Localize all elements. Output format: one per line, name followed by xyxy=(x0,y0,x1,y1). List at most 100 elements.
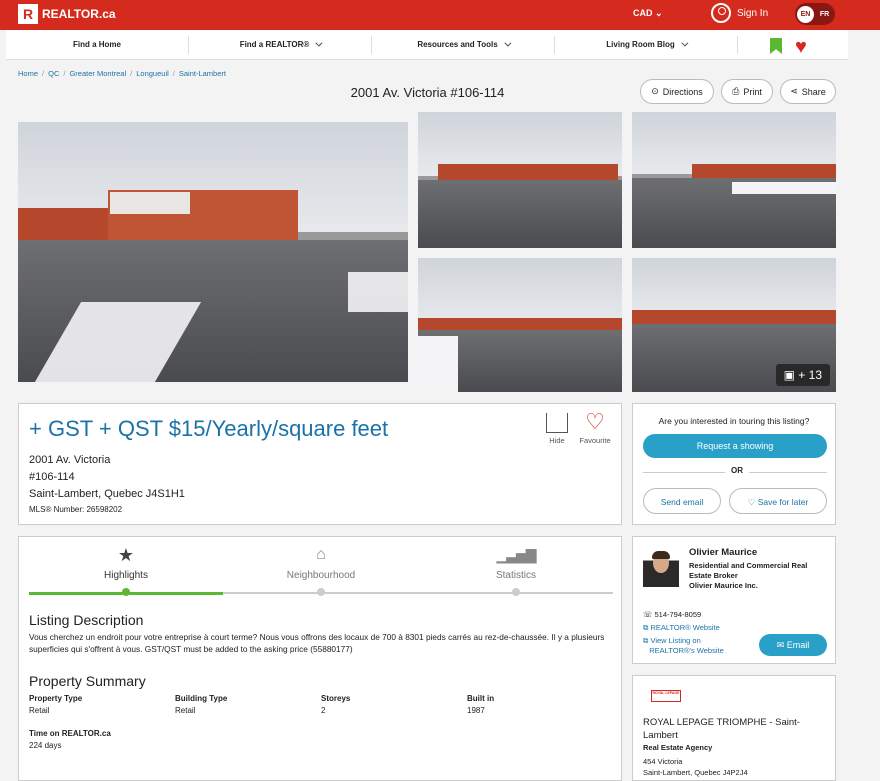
field-label: Property Type xyxy=(29,694,83,703)
description-heading: Listing Description xyxy=(29,612,144,628)
nav-find-realtor[interactable]: Find a REALTOR® xyxy=(189,35,372,54)
crumb-longueuil[interactable]: Longueuil xyxy=(136,69,169,78)
bar-chart-icon: ▁▃▅▇ xyxy=(496,547,536,563)
view-listing-label: View Listing on xyxy=(650,636,701,645)
gallery-icon: ▣ xyxy=(783,368,795,382)
sign-in-label: Sign In xyxy=(737,7,769,19)
agent-phone[interactable]: ☏ 514-794-8059 xyxy=(643,610,701,620)
field-label: Time on REALTOR.ca xyxy=(29,729,111,738)
favourite-label: Favourite xyxy=(579,436,611,445)
nav-label: Resources and Tools xyxy=(417,39,498,49)
hide-button[interactable]: Hide xyxy=(545,413,569,445)
language-toggle[interactable]: EN FR xyxy=(795,3,835,25)
tab-highlights[interactable]: ★ Highlights xyxy=(29,545,223,581)
lang-en[interactable]: EN xyxy=(797,5,814,23)
crumb-qc[interactable]: QC xyxy=(48,69,59,78)
photo-thumb-3[interactable] xyxy=(418,258,622,392)
address-line-2: #106-114 xyxy=(29,471,75,483)
main-photo[interactable] xyxy=(18,122,408,382)
tab-neighbourhood[interactable]: ⌂ Neighbourhood xyxy=(224,545,418,581)
crumb-saint-lambert[interactable]: Saint-Lambert xyxy=(179,69,226,78)
realtor-logo[interactable]: R REALTOR.ca xyxy=(18,4,116,24)
photo-snow xyxy=(418,336,458,392)
phone-number: 514-794-8059 xyxy=(654,610,702,619)
favourites-heart-icon[interactable]: ♥ xyxy=(795,37,807,57)
description-text: Vous cherchez un endroit pour votre entr… xyxy=(29,632,605,654)
listing-details-card: ★ Highlights ⌂ Neighbourhood ▁▃▅▇ Statis… xyxy=(18,536,622,781)
summary-heading: Property Summary xyxy=(29,673,146,689)
currency-selector[interactable]: CAD ⌄ xyxy=(633,8,663,19)
field-label: Built in xyxy=(467,694,495,703)
photo-snow xyxy=(348,272,408,312)
send-email-button[interactable]: Send email xyxy=(643,488,721,514)
agent-avatar[interactable] xyxy=(643,549,679,587)
nav-resources[interactable]: Resources and Tools xyxy=(372,35,555,54)
directions-label: Directions xyxy=(662,86,703,97)
photo-thumb-4[interactable]: ▣ + 13 xyxy=(632,258,836,392)
star-icon: ★ xyxy=(117,545,135,565)
or-label: OR xyxy=(725,466,749,475)
view-listing-link[interactable]: ⧉ View Listing on REALTOR®'s Website xyxy=(643,636,724,656)
city-icon: ⌂ xyxy=(316,546,326,563)
photo-snow xyxy=(732,182,836,194)
chevron-down-icon xyxy=(504,39,512,47)
tab-dot-neighbourhood xyxy=(317,588,325,596)
summary-field: Storeys 2 xyxy=(321,694,350,715)
nav-find-home[interactable]: Find a Home xyxy=(6,35,189,54)
photo-thumb-1[interactable] xyxy=(418,112,622,248)
photo-ground xyxy=(418,180,622,248)
tab-dot-statistics xyxy=(512,588,520,596)
favourite-button[interactable]: ♡ Favourite xyxy=(577,409,613,446)
nav-label: Living Room Blog xyxy=(606,39,675,49)
save-for-later-button[interactable]: ♡ Save for later xyxy=(729,488,827,514)
field-label: Building Type xyxy=(175,694,228,703)
brokerage-type: Real Estate Agency xyxy=(643,743,713,752)
brokerage-card: ROYAL LEPAGE ROYAL LEPAGE TRIOMPHE - Sai… xyxy=(632,675,836,781)
agent-card: Olivier Maurice Residential and Commerci… xyxy=(632,536,836,664)
heart-outline-icon: ♡ xyxy=(585,409,605,434)
save-label: Save for later xyxy=(757,497,809,507)
chevron-down-icon xyxy=(315,39,323,47)
request-showing-button[interactable]: Request a showing xyxy=(643,434,827,458)
agent-website-link[interactable]: ⧉ REALTOR® Website xyxy=(643,623,720,633)
agent-title: Residential and Commercial Real Estate B… xyxy=(689,561,829,591)
sign-in-button[interactable]: Sign In xyxy=(711,3,768,23)
print-button[interactable]: ⎙ Print xyxy=(721,79,773,104)
hide-icon xyxy=(546,413,568,433)
tab-label: Highlights xyxy=(104,570,148,581)
compass-icon: ⊙ xyxy=(651,86,659,96)
nav-blog[interactable]: Living Room Blog xyxy=(555,35,738,54)
photo-building xyxy=(438,164,618,180)
main-nav: Find a Home Find a REALTOR® Resources an… xyxy=(6,30,848,60)
brokerage-logo[interactable]: ROYAL LEPAGE xyxy=(651,690,681,702)
field-value: 224 days xyxy=(29,741,62,750)
mls-number: MLS® Number: 26598202 xyxy=(29,505,123,514)
user-icon xyxy=(711,3,731,23)
photo-thumb-2[interactable] xyxy=(632,112,836,248)
agent-email-button[interactable]: ✉ Email xyxy=(759,634,827,656)
brokerage-street: 454 Victoria xyxy=(643,757,683,766)
brokerage-name[interactable]: ROYAL LEPAGE TRIOMPHE - Saint-Lambert xyxy=(643,716,827,742)
agent-name[interactable]: Olivier Maurice xyxy=(689,547,757,558)
crumb-home[interactable]: Home xyxy=(18,69,38,78)
tab-label: Statistics xyxy=(495,570,536,581)
photo-building xyxy=(418,318,622,330)
external-link-icon: ⧉ xyxy=(643,623,649,632)
agent-company: Olivier Maurice Inc. xyxy=(689,581,758,590)
tab-statistics[interactable]: ▁▃▅▇ Statistics xyxy=(419,545,613,581)
share-label: Share xyxy=(801,86,826,97)
summary-field: Building Type Retail xyxy=(175,694,227,715)
logo-text: REALTOR.ca xyxy=(42,7,116,21)
directions-button[interactable]: ⊙ Directions xyxy=(640,79,714,104)
brokerage-logo-text: ROYAL LEPAGE xyxy=(652,691,680,695)
share-icon: ⋖ xyxy=(790,86,798,96)
photo-count-button[interactable]: ▣ + 13 xyxy=(775,364,830,386)
lang-fr[interactable]: FR xyxy=(816,6,833,23)
address-line-3: Saint-Lambert, Quebec J4S1H1 xyxy=(29,488,185,500)
mail-icon: ✉ xyxy=(776,640,785,650)
breadcrumb: Home / QC / Greater Montreal / Longueuil / S… xyxy=(18,69,226,78)
hide-label: Hide xyxy=(549,436,565,445)
crumb-greater-montreal[interactable]: Greater Montreal xyxy=(69,69,126,78)
tab-dot-highlights xyxy=(122,588,130,596)
share-button[interactable]: ⋖ Share xyxy=(780,79,836,104)
